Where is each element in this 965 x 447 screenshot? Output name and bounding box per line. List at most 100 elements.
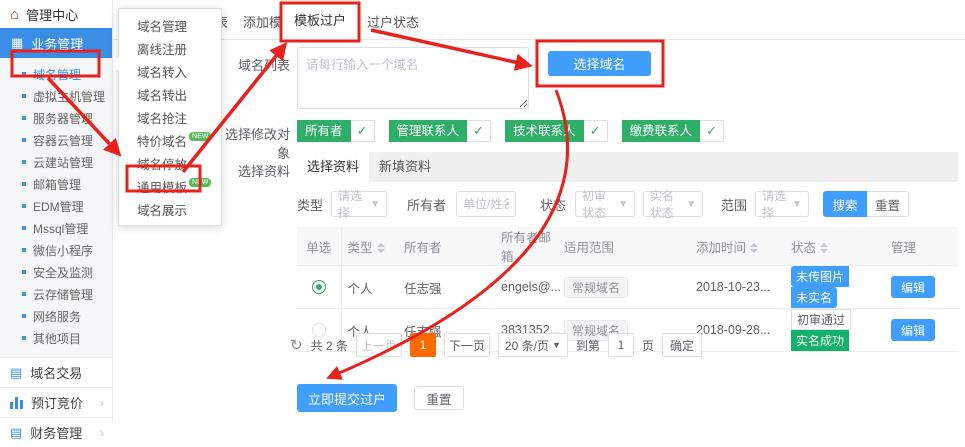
sidebar-item-label: 虚拟主机管理 [33,88,105,105]
sidebar-item-label: EDM管理 [33,198,84,215]
checkbox-admin-contact[interactable]: ✓ [467,120,491,142]
tab-select-profile[interactable]: 选择资料 [297,152,369,182]
sort-icon[interactable] [750,243,758,253]
sidebar-item-cloud-site[interactable]: 云建站管理 [0,151,112,173]
tab-template-transfer[interactable]: 模板过户 [281,0,359,40]
check-icon: ✓ [473,123,484,139]
profile-label: 选择资料 [238,161,290,180]
popup-item-label: 域名停放 [137,154,187,173]
radio-button[interactable] [312,280,326,294]
new-badge: NEW [189,132,211,141]
popup-item-label: 域名管理 [137,16,187,35]
sidebar: ⌂ 管理中心 ▦ 业务管理 域名管理 虚拟主机管理 服务器管理 容器云管理 云建… [0,0,113,421]
col-type[interactable]: 类型 [341,227,398,266]
wallet-icon: ▤ [10,425,22,441]
popup-item-transfer-out[interactable]: 域名转出 [119,83,221,106]
sidebar-item-label: 域名管理 [33,66,81,83]
bullet-icon [22,336,26,340]
domain-popup-menu: 域名管理 离线注册 域名转入 域名转出 域名抢注 特价域名NEW 域名停放 通用… [118,8,222,226]
status-badge: 实名成功 [791,330,849,351]
audit-status-select[interactable]: 初审状态▼ [575,191,635,217]
popup-item-offline-reg[interactable]: 离线注册 [119,37,221,60]
popup-item-general-template[interactable]: 通用模板NEW [119,175,221,198]
type-select[interactable]: 请选择▼ [331,191,387,217]
status-badge: 未传图片 [791,266,849,287]
select-placeholder: 请选择 [338,187,366,221]
goto-confirm-button[interactable]: 确定 [662,333,702,357]
app-header: ⌂ 管理中心 [0,0,112,28]
tab-new-profile[interactable]: 新填资料 [369,152,441,182]
sidebar-section-bidding[interactable]: 预订竞价 › [0,387,112,417]
sidebar-item-other[interactable]: 其他项目 [0,327,112,349]
target-tech-contact: 技术联系人 ✓ [505,120,608,142]
sidebar-section-business[interactable]: ▦ 业务管理 [0,28,112,58]
sidebar-item-edm[interactable]: EDM管理 [0,195,112,217]
sidebar-item-label: Mssql管理 [33,220,88,237]
sidebar-item-label: 网络服务 [33,308,81,325]
realname-status-select[interactable]: 实名状态▼ [643,191,703,217]
sort-icon[interactable] [820,243,828,253]
target-label: 所有者 [297,120,351,142]
popup-item-parking[interactable]: 域名停放 [119,152,221,175]
popup-item-special-price[interactable]: 特价域名NEW [119,129,221,152]
select-placeholder: 请选择 [762,187,788,221]
col-scope: 适用范围 [558,227,690,266]
page-size-select[interactable]: 20 条/页▼ [498,333,568,357]
target-owner: 所有者 ✓ [297,120,375,142]
target-label: 技术联系人 [505,120,584,142]
form-reset-button[interactable]: 重置 [414,386,464,410]
goto-suffix: 页 [642,337,654,354]
select-placeholder: 实名状态 [650,187,682,221]
edit-button[interactable]: 编辑 [891,276,935,298]
sidebar-item-network[interactable]: 网络服务 [0,305,112,327]
search-button[interactable]: 搜索 [823,191,867,217]
checkbox-owner[interactable]: ✓ [351,120,375,142]
sort-icon[interactable] [377,243,385,253]
current-page-button[interactable]: 1 [410,333,436,357]
cell-added: 2018-10-23... [690,266,785,309]
col-status[interactable]: 状态 [785,227,885,266]
popup-item-label: 域名转出 [137,85,187,104]
submit-transfer-button[interactable]: 立即提交过户 [297,384,397,412]
check-icon: ✓ [357,123,368,139]
sidebar-item-cloud-storage[interactable]: 云存储管理 [0,283,112,305]
sidebar-item-security[interactable]: 安全及监测 [0,261,112,283]
sidebar-item-server[interactable]: 服务器管理 [0,107,112,129]
popup-item-backorder[interactable]: 域名抢注 [119,106,221,129]
prev-page-button[interactable]: 上一页 [356,333,402,357]
checkbox-tech-contact[interactable]: ✓ [584,120,608,142]
col-added[interactable]: 添加时间 [690,227,785,266]
sidebar-section-finance[interactable]: ▤ 财务管理 › [0,417,112,447]
tab-transfer-status[interactable]: 过户状态 [367,12,419,31]
table-row: 个人 任志强 engels@... 常规域名 2018-10-23... 未传图… [297,266,958,309]
refresh-icon[interactable]: ↻ [290,336,303,354]
goto-page-input[interactable] [608,333,634,357]
popup-item-domain-show[interactable]: 域名展示 [119,198,221,221]
popup-item-transfer-in[interactable]: 域名转入 [119,60,221,83]
edit-button[interactable]: 编辑 [891,319,935,341]
sidebar-item-label: 安全及监测 [33,264,93,281]
col-owner: 所有者 [398,227,495,266]
sidebar-section-domain-trade[interactable]: ▤ 域名交易 [0,357,112,387]
range-select[interactable]: 请选择▼ [755,191,809,217]
sidebar-item-container-cloud[interactable]: 容器云管理 [0,129,112,151]
sidebar-item-mssql[interactable]: Mssql管理 [0,217,112,239]
type-label: 类型 [297,195,323,214]
sidebar-item-mailbox[interactable]: 邮箱管理 [0,173,112,195]
sidebar-item-domain-mgmt[interactable]: 域名管理 [0,63,112,85]
bullet-icon [22,292,26,296]
sidebar-item-vhost[interactable]: 虚拟主机管理 [0,85,112,107]
next-page-button[interactable]: 下一页 [444,333,490,357]
sidebar-item-wechat-mini[interactable]: 微信小程序 [0,239,112,261]
filter-reset-button[interactable]: 重置 [867,191,909,217]
chevron-right-icon: › [100,426,104,440]
total-count: 共 2 条 [311,337,348,354]
checkbox-billing-contact[interactable]: ✓ [700,120,724,142]
popup-item-domain-mgmt[interactable]: 域名管理 [119,14,221,37]
bullet-icon [22,138,26,142]
select-domain-button[interactable]: 选择域名 [548,51,651,76]
domain-list-textarea[interactable] [297,47,529,109]
owner-input[interactable] [456,191,516,217]
caret-down-icon: ▼ [618,199,628,210]
new-badge: NEW [189,178,211,187]
